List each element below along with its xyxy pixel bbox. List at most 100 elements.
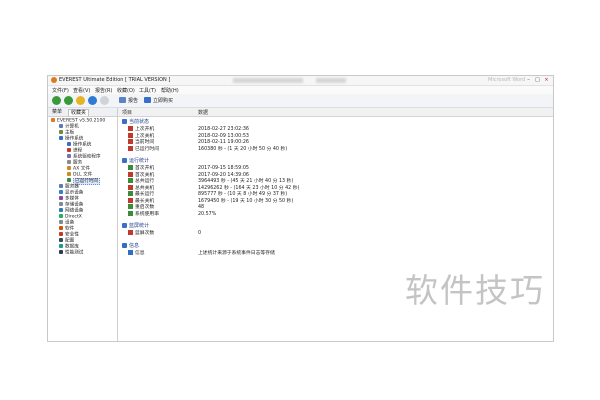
section-header: 信息	[122, 242, 139, 250]
watermark-text: 软件技巧	[405, 271, 545, 310]
tree-item-label: 数据库	[65, 244, 79, 250]
tree-item-label: EVEREST v5.50.2100	[57, 118, 106, 124]
menu-tools[interactable]: 工具(T)	[139, 87, 156, 94]
detail-row-label: 重启次数	[135, 205, 155, 210]
tree-item-label: 显示设备	[65, 190, 84, 196]
tree-item-label: 多媒体	[65, 196, 79, 202]
tree-item-label: 系统驱动程序	[73, 154, 101, 160]
tab-menu[interactable]: 菜单	[50, 109, 64, 115]
menu-help[interactable]: 帮助(H)	[161, 87, 179, 94]
tree-item-icon	[59, 232, 63, 236]
minimize-button[interactable]: –	[524, 77, 533, 83]
column-data-header[interactable]: 数据	[198, 109, 208, 116]
back-arrow-icon[interactable]	[52, 96, 61, 105]
section-icon	[122, 158, 127, 163]
tree-item-label: 计算机	[65, 124, 79, 130]
detail-row-label: 上次开机	[135, 127, 155, 132]
detail-row-icon	[128, 132, 133, 138]
tree-item[interactable]: 性能测试	[59, 250, 83, 256]
buy-now-button[interactable]: 立即购买	[153, 97, 173, 104]
close-button[interactable]: ×	[542, 77, 551, 83]
tree-item-label: 服务器	[65, 184, 79, 190]
detail-row-label: 蓝屏次数	[135, 231, 155, 236]
report-icon	[119, 97, 126, 103]
title-bar: EVEREST Ultimate Edition [ TRIAL VERSION…	[48, 76, 553, 86]
detail-row-name[interactable]: 信息	[128, 249, 145, 257]
tree-item-label: DLL 文件	[73, 172, 93, 178]
detail-row-label: 首次开机	[135, 166, 155, 171]
window-title: EVEREST Ultimate Edition [ TRIAL VERSION…	[59, 77, 171, 83]
detail-row-icon	[128, 165, 133, 170]
detail-row-icon	[128, 191, 133, 196]
refresh-icon[interactable]	[88, 96, 97, 105]
up-arrow-icon[interactable]	[76, 96, 85, 105]
detail-row-icon	[128, 197, 133, 203]
menu-bar: 文件(F) 查看(V) 报告(R) 收藏(O) 工具(T) 帮助(H)	[48, 86, 553, 94]
tree-item-icon	[67, 142, 71, 146]
detail-row-label: 总共运行	[135, 179, 155, 184]
section-header: 运行统计	[122, 158, 149, 165]
navigation-panel: 菜单 收藏夹 EVEREST v5.50.2100 计算机 主板 操作系统 操作系统 进程…	[48, 108, 118, 341]
tree-item-icon	[51, 118, 55, 122]
user-icon[interactable]	[100, 96, 109, 105]
section-icon	[122, 242, 127, 248]
maximize-button[interactable]: □	[533, 77, 542, 83]
tree-item-icon	[67, 160, 71, 164]
tree-item-label: DirectX	[65, 214, 82, 220]
blurred-title-region	[233, 78, 303, 83]
detail-row-label: 最长运行	[135, 192, 155, 197]
forward-arrow-icon[interactable]	[64, 96, 73, 105]
tree-item-icon	[59, 214, 63, 218]
detail-row-value: 1679450 秒 - (19 天 10 小时 30 分 50 秒)	[198, 198, 294, 204]
tree-item-icon	[59, 196, 63, 200]
detail-row-icon	[128, 210, 133, 216]
tree-item-icon	[59, 226, 63, 230]
detail-row-icon	[128, 178, 133, 183]
detail-row-label: 当前时间	[135, 140, 155, 145]
tree-item-icon	[59, 250, 63, 254]
detail-row-label: 已运行时间	[135, 146, 159, 152]
section-icon	[122, 223, 127, 228]
tree-item-label: AX 文件	[73, 166, 90, 172]
menu-favorites[interactable]: 收藏(O)	[117, 87, 135, 94]
section-icon	[122, 119, 127, 124]
menu-file[interactable]: 文件(F)	[52, 87, 69, 94]
detail-row-icon	[128, 249, 133, 255]
tree-item-label: 服务	[73, 160, 83, 166]
menu-view[interactable]: 查看(V)	[73, 87, 90, 94]
detail-row-icon	[128, 230, 133, 235]
everest-app-icon	[51, 77, 57, 83]
detail-row-name[interactable]: 已运行时间	[128, 145, 159, 153]
tree-item-icon	[59, 244, 63, 248]
tree-item-label: 操作系统	[65, 136, 84, 142]
detail-row-icon	[128, 204, 133, 209]
tree-item-label: 操作系统	[73, 142, 92, 148]
report-button[interactable]: 报告	[128, 97, 138, 104]
tree-item-icon	[59, 184, 63, 188]
detail-row-label: 系统使用率	[135, 211, 159, 217]
section-title: 当前状态	[129, 119, 150, 125]
tree-item-icon	[67, 148, 71, 152]
detail-row-name[interactable]: 系统使用率	[128, 210, 159, 218]
detail-row-value: 0	[198, 231, 202, 236]
column-item-header[interactable]: 项目	[122, 109, 132, 116]
detail-row-label: 信息	[135, 250, 145, 256]
tab-favorites[interactable]: 收藏夹	[68, 109, 90, 116]
detail-row-name[interactable]: 蓝屏次数	[128, 230, 154, 237]
menu-report[interactable]: 报告(R)	[95, 87, 112, 94]
detail-row-icon	[128, 139, 133, 144]
detail-row-icon	[128, 171, 133, 177]
tree-item-label: 网络设备	[65, 208, 84, 214]
tree-item-icon	[59, 238, 63, 242]
tree-item-icon	[59, 190, 63, 194]
toolbar: 报告 立即购买	[48, 94, 553, 108]
nav-tabs: 菜单 收藏夹	[48, 108, 117, 117]
tree-item-icon	[67, 154, 71, 158]
tree-item-icon	[59, 208, 63, 212]
tree-item-label: 进程	[73, 148, 83, 154]
tree-item-icon	[59, 130, 63, 134]
detail-row-value: 上述统计来源于系统事件日志等存储	[198, 250, 275, 256]
tree-item-label: 配置	[65, 238, 75, 244]
tree-item-icon	[59, 136, 63, 140]
tree-item-icon	[59, 124, 63, 128]
